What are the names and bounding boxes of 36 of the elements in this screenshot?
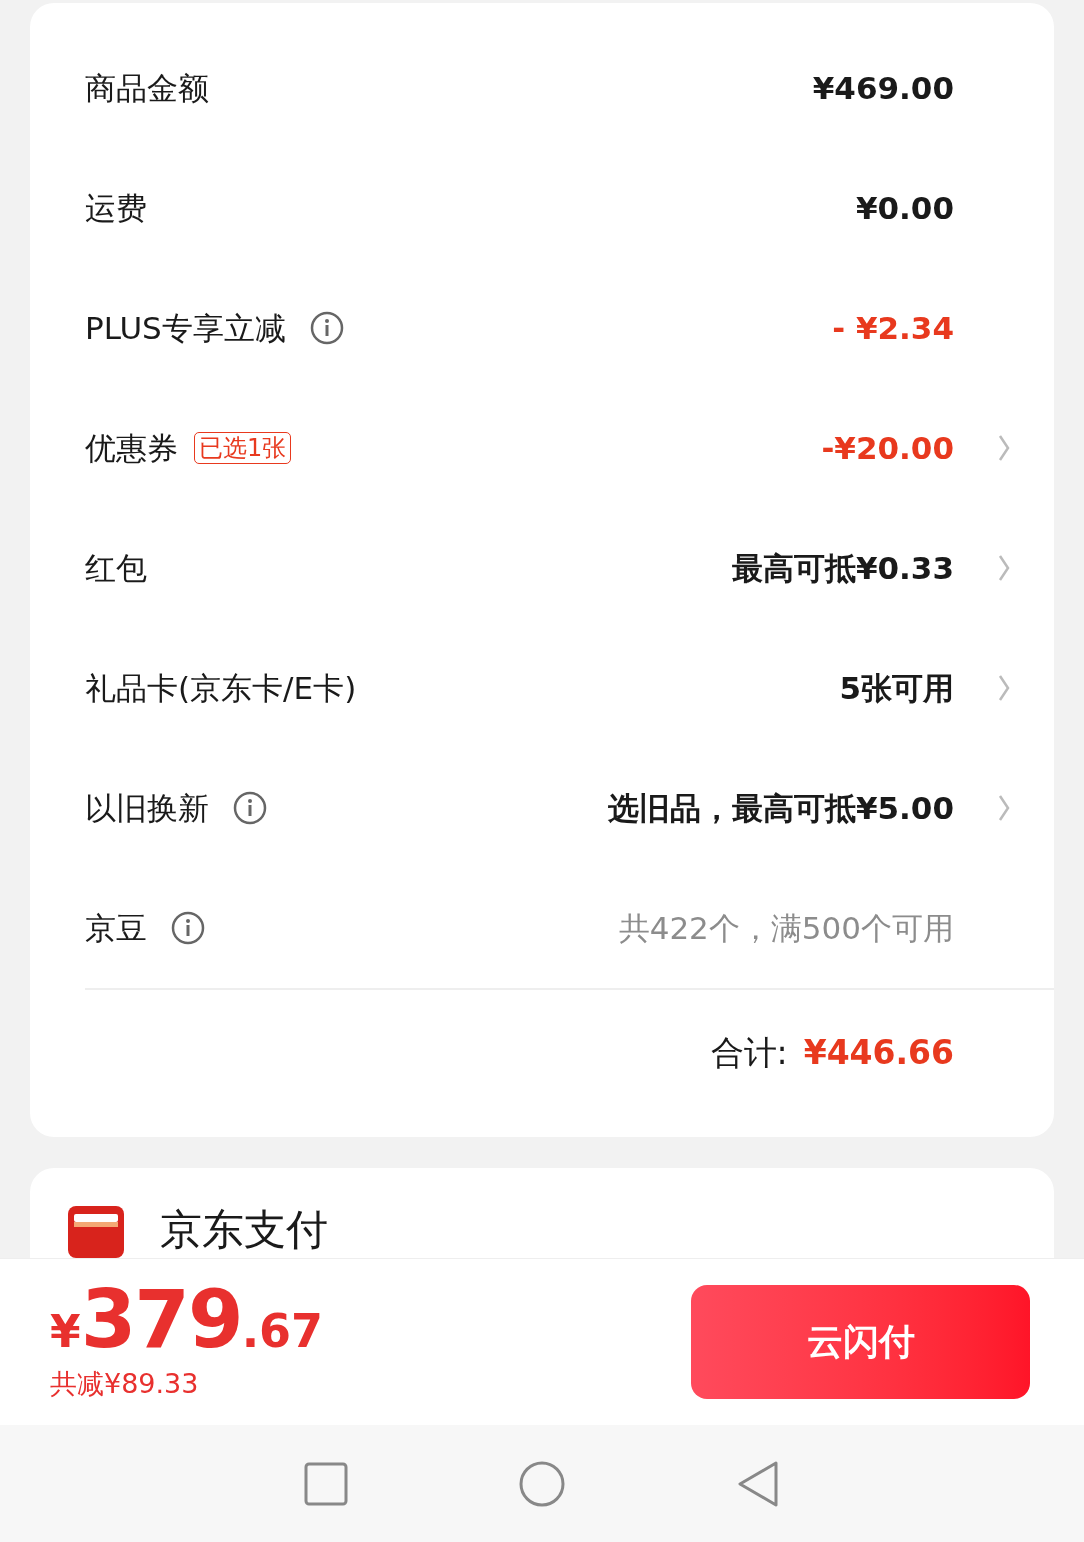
row-value[interactable]: 5张可用 (839, 664, 954, 712)
payment-card[interactable]: 京东支付 (30, 1168, 1054, 1258)
price-integer: 379 (80, 1279, 242, 1360)
row-label: 商品金额 (85, 68, 209, 108)
row-value: - ¥2.34 (832, 308, 954, 348)
row-value[interactable]: -¥20.00 (821, 424, 954, 472)
back-button[interactable] (736, 1459, 780, 1508)
chevron-right-icon[interactable] (997, 433, 1011, 463)
chevron-right-icon[interactable] (997, 793, 1011, 823)
row-value: 共422个，满500个可用 (618, 908, 954, 948)
savings-text: 共减¥89.33 (50, 1366, 200, 1401)
row-label: 京豆 (85, 908, 147, 948)
info-icon[interactable] (233, 791, 267, 825)
total-label: 合计: (710, 1032, 788, 1075)
pay-button[interactable]: 云闪付 (691, 1285, 1030, 1399)
row-value: ¥469.00 (812, 68, 954, 108)
row-value: ¥0.00 (855, 188, 954, 228)
price-decimal: .67 (241, 1307, 324, 1354)
row-value[interactable]: 最高可抵¥0.33 (731, 544, 954, 592)
row-value[interactable]: 选旧品，最高可抵¥5.00 (607, 784, 954, 832)
currency-sign: ¥ (50, 1309, 81, 1354)
chevron-right-icon[interactable] (997, 673, 1011, 703)
row-label: 优惠券 (85, 428, 178, 468)
row-label: 红包 (85, 548, 147, 588)
total-value: ¥446.66 (803, 1032, 954, 1075)
row-label: 以旧换新 (85, 788, 209, 828)
row-label: 礼品卡(京东卡/E卡) (85, 668, 357, 708)
home-button[interactable] (518, 1459, 566, 1508)
coupon-tag: 已选1张 (194, 432, 292, 464)
row-label: 运费 (85, 188, 147, 228)
chevron-right-icon[interactable] (997, 553, 1011, 583)
recents-button[interactable] (304, 1461, 348, 1506)
info-icon[interactable] (171, 911, 205, 945)
payment-title: 京东支付 (160, 1206, 328, 1254)
info-icon[interactable] (309, 311, 344, 345)
row-label: PLUS专享立减 (85, 308, 286, 348)
